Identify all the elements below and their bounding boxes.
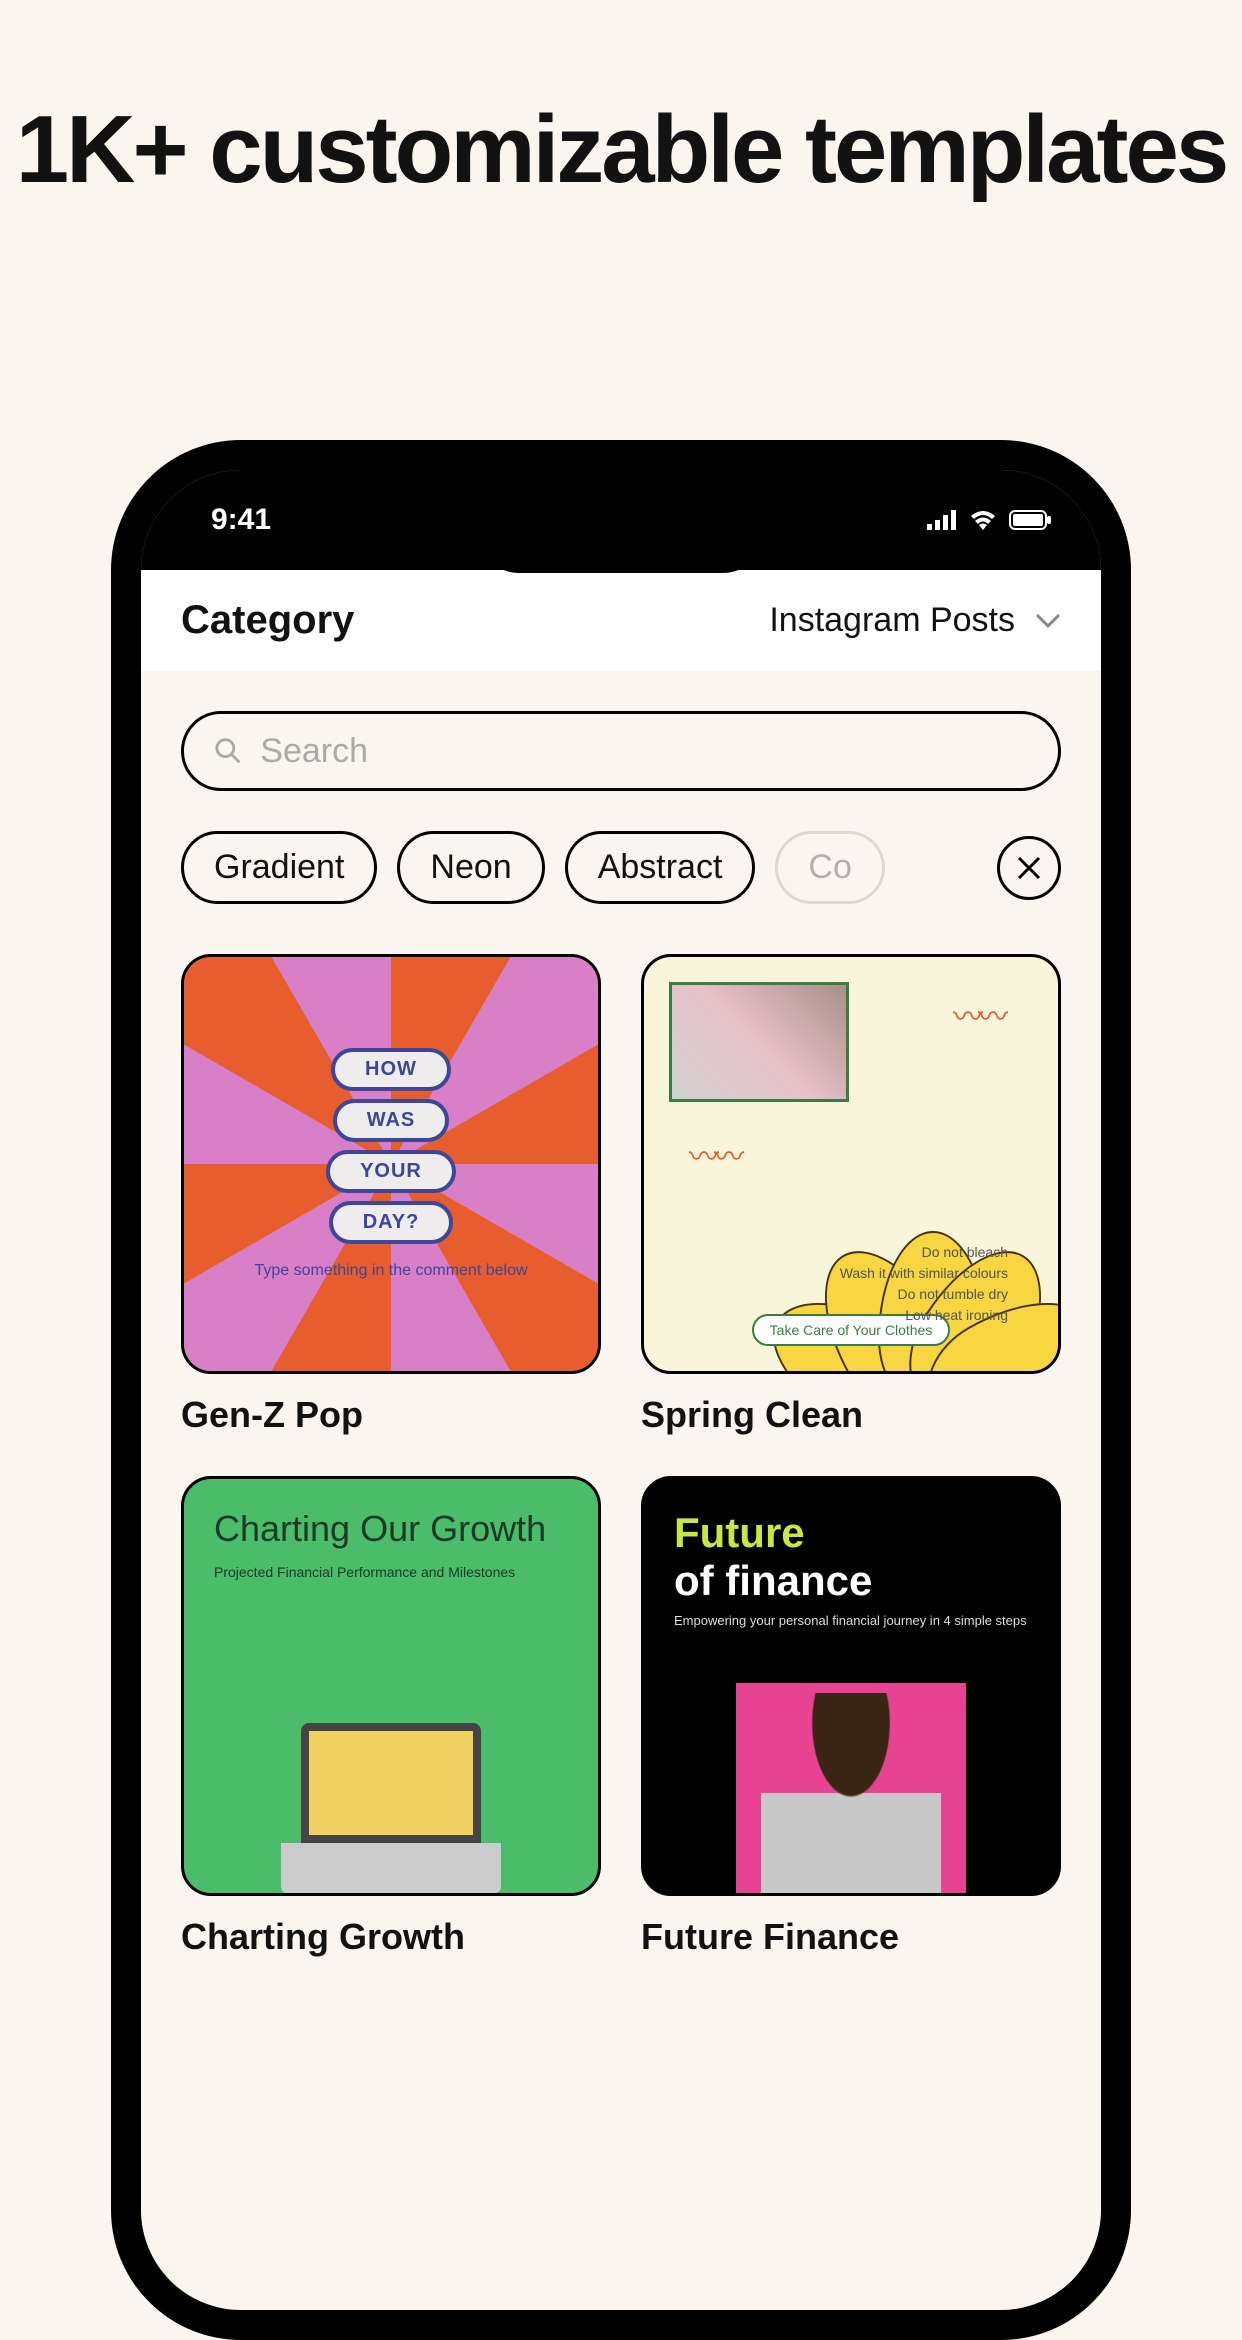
genz-pills: HOW WAS YOUR DAY? Type something in the … [254, 1048, 527, 1280]
zigzag-icon: 〰〰 [689, 1132, 739, 1176]
template-card-chart[interactable]: Charting Our Growth Projected Financial … [181, 1476, 601, 1958]
template-card-spring[interactable]: 〰〰 〰〰 Take Care of Your Clothes Do not b… [641, 954, 1061, 1436]
template-thumb: Charting Our Growth Projected Financial … [181, 1476, 601, 1896]
spring-list: Do not bleach Wash it with similar colou… [840, 1242, 1008, 1326]
notch [481, 498, 761, 573]
category-value: Instagram Posts [769, 601, 1015, 640]
spring-photo [669, 982, 849, 1102]
laptop-icon [281, 1723, 501, 1893]
chart-sub: Projected Financial Performance and Mile… [214, 1563, 568, 1581]
finance-heading: Future [674, 1509, 1028, 1557]
phone-frame: 9:41 Category Instagram Posts Gradient N… [111, 440, 1131, 2340]
header-title: Category [181, 598, 354, 643]
zigzag-icon: 〰〰 [953, 992, 1003, 1036]
category-selector[interactable]: Instagram Posts [769, 601, 1061, 640]
template-thumb: 〰〰 〰〰 Take Care of Your Clothes Do not b… [641, 954, 1061, 1374]
clear-filters-button[interactable] [997, 836, 1061, 900]
wifi-icon [969, 510, 997, 530]
template-thumb: HOW WAS YOUR DAY? Type something in the … [181, 954, 601, 1374]
list-item: Do not bleach [840, 1242, 1008, 1263]
template-title: Charting Growth [181, 1916, 601, 1958]
template-thumb: Future of finance Empowering your person… [641, 1476, 1061, 1896]
finance-sub: Empowering your personal financial journ… [674, 1613, 1028, 1630]
chevron-down-icon [1035, 613, 1061, 629]
spring-content: 〰〰 〰〰 Take Care of Your Clothes Do not b… [669, 982, 1033, 1346]
genz-pill: DAY? [329, 1201, 454, 1244]
list-item: Wash it with similar colours [840, 1263, 1008, 1284]
finance-photo [736, 1683, 966, 1893]
template-card-finance[interactable]: Future of finance Empowering your person… [641, 1476, 1061, 1958]
filter-chip-neon[interactable]: Neon [397, 831, 544, 904]
search-input[interactable] [260, 732, 1028, 771]
template-title: Spring Clean [641, 1394, 1061, 1436]
template-grid: HOW WAS YOUR DAY? Type something in the … [181, 954, 1061, 1958]
filter-chip-partial[interactable]: Co [775, 831, 884, 904]
status-time: 9:41 [211, 503, 271, 537]
genz-pill: YOUR [326, 1150, 456, 1193]
template-title: Future Finance [641, 1916, 1061, 1958]
phone-screen: 9:41 Category Instagram Posts Gradient N… [141, 470, 1101, 2310]
cellular-icon [927, 510, 957, 530]
list-item: Do not tumble dry [840, 1284, 1008, 1305]
person-icon [761, 1693, 941, 1893]
search-icon [214, 736, 242, 766]
content-area: Gradient Neon Abstract Co HOW WAS YOUR [141, 671, 1101, 1998]
filter-chip-abstract[interactable]: Abstract [565, 831, 756, 904]
search-box[interactable] [181, 711, 1061, 791]
filter-chip-gradient[interactable]: Gradient [181, 831, 377, 904]
list-item: Low heat ironing [840, 1305, 1008, 1326]
battery-icon [1009, 510, 1051, 530]
chart-heading: Charting Our Growth [214, 1509, 568, 1549]
close-icon [1015, 854, 1043, 882]
finance-heading: of finance [674, 1557, 1028, 1605]
template-card-genz[interactable]: HOW WAS YOUR DAY? Type something in the … [181, 954, 601, 1436]
genz-pill: WAS [333, 1099, 450, 1142]
header-bar: Category Instagram Posts [141, 570, 1101, 671]
filter-row: Gradient Neon Abstract Co [181, 831, 1061, 904]
genz-caption: Type something in the comment below [254, 1262, 527, 1280]
template-title: Gen-Z Pop [181, 1394, 601, 1436]
status-icons [927, 510, 1051, 530]
page-headline: 1K+ customizable templates [0, 0, 1242, 201]
genz-pill: HOW [331, 1048, 451, 1091]
